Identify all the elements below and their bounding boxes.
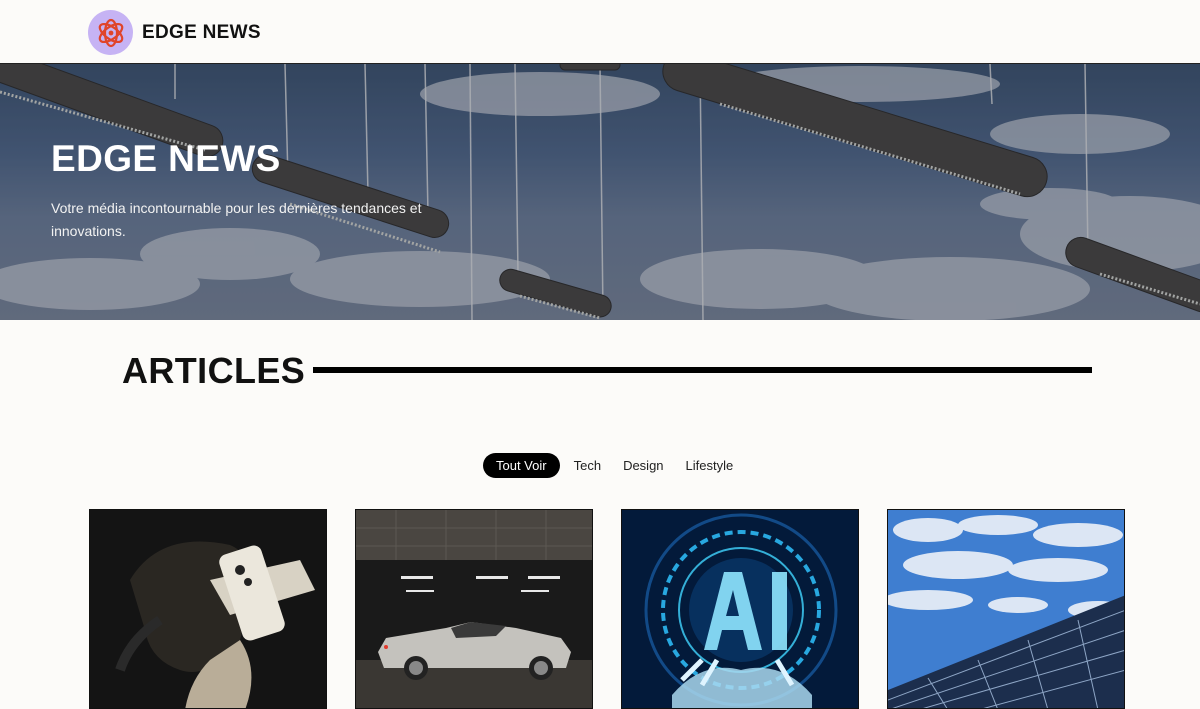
article-card-3[interactable] bbox=[621, 509, 859, 709]
filter-tech[interactable]: Tech bbox=[565, 453, 614, 478]
brand[interactable]: EDGE NEWS bbox=[88, 10, 261, 55]
filter-lifestyle[interactable]: Lifestyle bbox=[677, 453, 747, 478]
hero-overlay bbox=[0, 64, 1200, 320]
filter-tout-voir[interactable]: Tout Voir bbox=[483, 453, 560, 478]
filter-design[interactable]: Design bbox=[614, 453, 676, 478]
vr-headset-woman-image[interactable] bbox=[90, 510, 327, 709]
article-card-1[interactable] bbox=[89, 509, 327, 709]
hero-subtitle: Votre média incontournable pour les dern… bbox=[51, 200, 422, 239]
category-filters: Tout Voir Tech Design Lifestyle bbox=[483, 453, 746, 478]
ai-hologram-hand-image[interactable] bbox=[622, 510, 859, 709]
hero-banner: EDGE NEWS Votre média incontournable pou… bbox=[0, 64, 1200, 320]
silver-car-garage-image[interactable] bbox=[356, 510, 593, 709]
articles-title: ARTICLES bbox=[122, 350, 306, 391]
site-header: EDGE NEWS bbox=[0, 0, 1200, 64]
solar-panels-sky-image[interactable] bbox=[888, 510, 1125, 709]
brand-name[interactable]: EDGE NEWS bbox=[142, 22, 261, 44]
hero-title: EDGE NEWS bbox=[51, 138, 281, 179]
atom-icon[interactable] bbox=[88, 10, 133, 55]
article-card-2[interactable] bbox=[355, 509, 593, 709]
articles-divider bbox=[313, 367, 1092, 373]
article-card-4[interactable] bbox=[887, 509, 1125, 709]
